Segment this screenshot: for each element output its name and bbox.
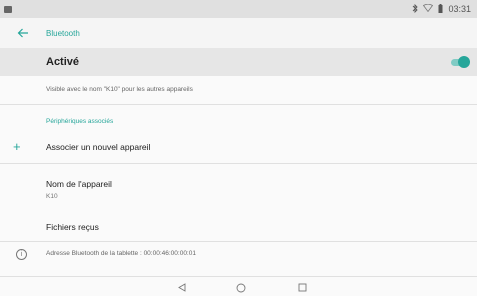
- received-files-row[interactable]: Fichiers reçus: [0, 219, 477, 235]
- bluetooth-toggle[interactable]: [450, 56, 470, 68]
- status-bar: 03:31: [0, 0, 477, 18]
- device-name-title: Nom de l'appareil: [46, 179, 112, 189]
- divider: [0, 241, 477, 242]
- divider: [0, 104, 477, 105]
- home-nav-icon[interactable]: [236, 283, 246, 296]
- plus-icon: +: [13, 139, 21, 154]
- divider: [0, 163, 477, 164]
- battery-icon: [438, 3, 443, 15]
- bluetooth-icon: [412, 3, 419, 15]
- bluetooth-master-switch-row[interactable]: Activé: [0, 48, 477, 76]
- app-bar: Bluetooth: [0, 18, 477, 48]
- recents-nav-icon[interactable]: [298, 283, 307, 295]
- info-icon: i: [16, 249, 27, 260]
- bt-address-text: Adresse Bluetooth de la tablette : 00:00…: [46, 250, 196, 257]
- image-notification-icon: [4, 5, 12, 13]
- back-nav-icon[interactable]: [178, 283, 186, 295]
- received-files-label: Fichiers reçus: [46, 222, 99, 232]
- master-switch-label: Activé: [46, 56, 80, 68]
- pair-new-device-row[interactable]: + Associer un nouvel appareil: [0, 136, 477, 158]
- paired-devices-header: Périphériques associés: [46, 118, 114, 125]
- visibility-text: Visible avec le nom "K10" pour les autre…: [46, 86, 193, 93]
- wifi-icon: [423, 3, 434, 14]
- device-name-value: K10: [46, 193, 58, 200]
- divider: [0, 276, 477, 277]
- pair-new-device-label: Associer un nouvel appareil: [46, 142, 151, 152]
- navigation-bar: [0, 281, 477, 295]
- toggle-thumb: [458, 56, 470, 68]
- bt-address-row: i Adresse Bluetooth de la tablette : 00:…: [0, 245, 477, 265]
- device-name-row[interactable]: Nom de l'appareil K10: [0, 177, 477, 205]
- arrow-left-icon[interactable]: [0, 18, 46, 48]
- clock: 03:31: [448, 4, 471, 14]
- page-title: Bluetooth: [46, 28, 80, 38]
